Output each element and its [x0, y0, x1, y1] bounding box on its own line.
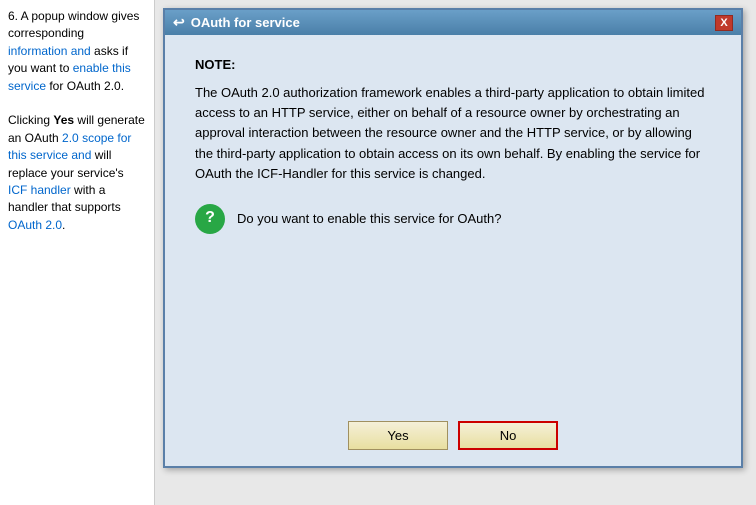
dialog-body: NOTE: The OAuth 2.0 authorization framew…	[165, 35, 741, 409]
yes-button[interactable]: Yes	[348, 421, 448, 450]
dialog-title: OAuth for service	[191, 15, 300, 30]
yes-bold: Yes	[53, 113, 74, 127]
info-link[interactable]: information and	[8, 44, 91, 58]
dialog-titlebar: ↩ OAuth for service X	[165, 10, 741, 35]
dialog-close-button[interactable]: X	[715, 15, 733, 31]
icf-link[interactable]: ICF handler	[8, 183, 71, 197]
question-text: Do you want to enable this service for O…	[237, 209, 501, 229]
dialog-title-icon: ↩	[173, 14, 185, 31]
step-text3: for OAuth 2.0.	[46, 79, 124, 93]
step-number: 6. A popup window gives corresponding	[8, 9, 139, 40]
oauth-link[interactable]: OAuth 2.0	[8, 218, 62, 232]
help-icon: ?	[195, 204, 225, 234]
sidebar-step6: 6. A popup window gives corresponding in…	[8, 8, 146, 95]
note-text: The OAuth 2.0 authorization framework en…	[195, 83, 711, 184]
oauth-dialog: ↩ OAuth for service X NOTE: The OAuth 2.…	[163, 8, 743, 468]
main-area: ↩ OAuth for service X NOTE: The OAuth 2.…	[155, 0, 756, 505]
service-link[interactable]: service and	[30, 148, 91, 162]
question-area: ? Do you want to enable this service for…	[195, 204, 711, 234]
title-left: ↩ OAuth for service	[173, 14, 300, 31]
dialog-footer: Yes No	[165, 409, 741, 466]
sidebar: 6. A popup window gives corresponding in…	[0, 0, 155, 505]
no-button[interactable]: No	[458, 421, 558, 450]
note-label: NOTE:	[195, 55, 711, 75]
sidebar-clicking: Clicking Yes will generate an OAuth 2.0 …	[8, 112, 146, 234]
